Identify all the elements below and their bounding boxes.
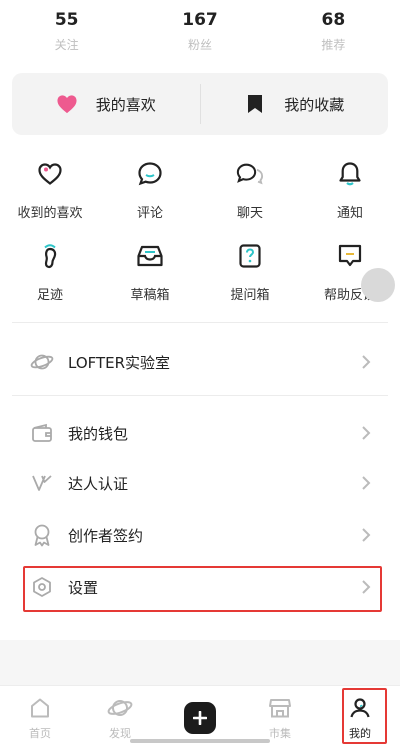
grid-label: 评论 xyxy=(136,206,163,221)
grid-label: 足迹 xyxy=(36,288,63,303)
heart-filled-icon xyxy=(56,93,78,115)
home-icon xyxy=(27,695,53,721)
grid-drafts[interactable]: 草稿箱 xyxy=(100,242,200,324)
menu-lofter-lab[interactable]: LOFTER实验室 xyxy=(12,339,388,385)
bottom-spacer xyxy=(0,640,400,685)
my-likes-label: 我的喜欢 xyxy=(95,95,156,114)
shop-icon xyxy=(267,695,293,721)
chevron-right-icon xyxy=(356,577,376,597)
nav-discover[interactable]: 发现 xyxy=(80,686,160,747)
grid-label: 收到的喜欢 xyxy=(17,206,83,221)
menu-expert-verification[interactable]: 达人认证 xyxy=(12,460,388,506)
planet-icon xyxy=(107,695,133,721)
menu-wallet[interactable]: 我的钱包 xyxy=(12,410,388,456)
footprint-icon xyxy=(36,242,64,270)
comment-icon xyxy=(136,160,164,188)
planet-icon xyxy=(30,350,54,374)
wallet-icon xyxy=(30,421,54,445)
draft-box-icon xyxy=(136,242,164,270)
nav-market[interactable]: 市集 xyxy=(240,686,320,747)
stat-recommend-count: 68 xyxy=(321,10,346,30)
plus-icon xyxy=(184,702,216,734)
nav-home[interactable]: 首页 xyxy=(0,686,80,747)
profile-stats: 55 关注 167 粉丝 68 推荐 xyxy=(0,0,400,62)
verified-v-icon xyxy=(30,471,54,495)
chevron-right-icon xyxy=(356,423,376,443)
bookmark-icon xyxy=(244,93,266,115)
grid-question-box[interactable]: 提问箱 xyxy=(200,242,300,324)
nav-mine[interactable]: 我的 xyxy=(320,686,400,747)
bell-icon xyxy=(336,160,364,188)
grid-footprints[interactable]: 足迹 xyxy=(0,242,100,324)
heart-outline-icon xyxy=(36,160,64,188)
grid-chat[interactable]: 聊天 xyxy=(200,160,300,242)
my-collection-button[interactable]: 我的收藏 xyxy=(201,73,389,135)
menu-settings[interactable]: 设置 xyxy=(12,564,388,610)
stat-followers-count: 167 xyxy=(182,10,218,30)
stat-following[interactable]: 55 关注 xyxy=(0,0,133,62)
nav-discover-label: 发现 xyxy=(109,727,131,740)
favorites-card: 我的喜欢 我的收藏 xyxy=(12,73,388,135)
home-indicator-bar xyxy=(130,739,270,743)
my-likes-button[interactable]: 我的喜欢 xyxy=(12,73,200,135)
bottom-navigation: 首页 发现 市集 我的 xyxy=(0,685,400,747)
nav-market-label: 市集 xyxy=(269,727,291,740)
nav-publish[interactable] xyxy=(160,686,240,747)
stat-recommend-label: 推荐 xyxy=(321,38,346,52)
help-feedback-icon xyxy=(336,242,364,270)
menu-settings-label: 设置 xyxy=(68,578,99,597)
stat-following-label: 关注 xyxy=(54,38,79,52)
chat-icon xyxy=(236,160,264,188)
feature-grid: 收到的喜欢 评论 聊天 通知 足迹 草稿箱 提问箱 帮助反馈 xyxy=(0,160,400,324)
grid-comments[interactable]: 评论 xyxy=(100,160,200,242)
menu-expert-verification-label: 达人认证 xyxy=(68,474,129,493)
grid-label: 聊天 xyxy=(236,206,263,221)
chevron-right-icon xyxy=(356,473,376,493)
section-divider xyxy=(12,395,388,396)
award-ribbon-icon xyxy=(30,523,54,547)
stat-recommend[interactable]: 68 推荐 xyxy=(267,0,400,62)
chevron-right-icon xyxy=(356,352,376,372)
stat-following-count: 55 xyxy=(54,10,79,30)
grid-received-likes[interactable]: 收到的喜欢 xyxy=(0,160,100,242)
floating-assistive-button[interactable] xyxy=(361,268,395,302)
section-divider xyxy=(12,322,388,323)
my-collection-label: 我的收藏 xyxy=(284,95,345,114)
menu-lofter-lab-label: LOFTER实验室 xyxy=(68,353,171,372)
stat-followers[interactable]: 167 粉丝 xyxy=(133,0,266,62)
menu-creator-contract-label: 创作者签约 xyxy=(68,526,144,545)
user-icon xyxy=(347,695,373,721)
grid-label: 草稿箱 xyxy=(130,288,170,303)
grid-notifications[interactable]: 通知 xyxy=(300,160,400,242)
menu-wallet-label: 我的钱包 xyxy=(68,424,129,443)
question-box-icon xyxy=(236,242,264,270)
menu-creator-contract[interactable]: 创作者签约 xyxy=(12,512,388,558)
chevron-right-icon xyxy=(356,525,376,545)
nav-home-label: 首页 xyxy=(29,727,51,740)
grid-label: 提问箱 xyxy=(230,288,270,303)
stat-followers-label: 粉丝 xyxy=(187,38,212,52)
settings-hexagon-icon xyxy=(30,575,54,599)
grid-label: 通知 xyxy=(336,206,363,221)
nav-mine-label: 我的 xyxy=(349,727,371,740)
